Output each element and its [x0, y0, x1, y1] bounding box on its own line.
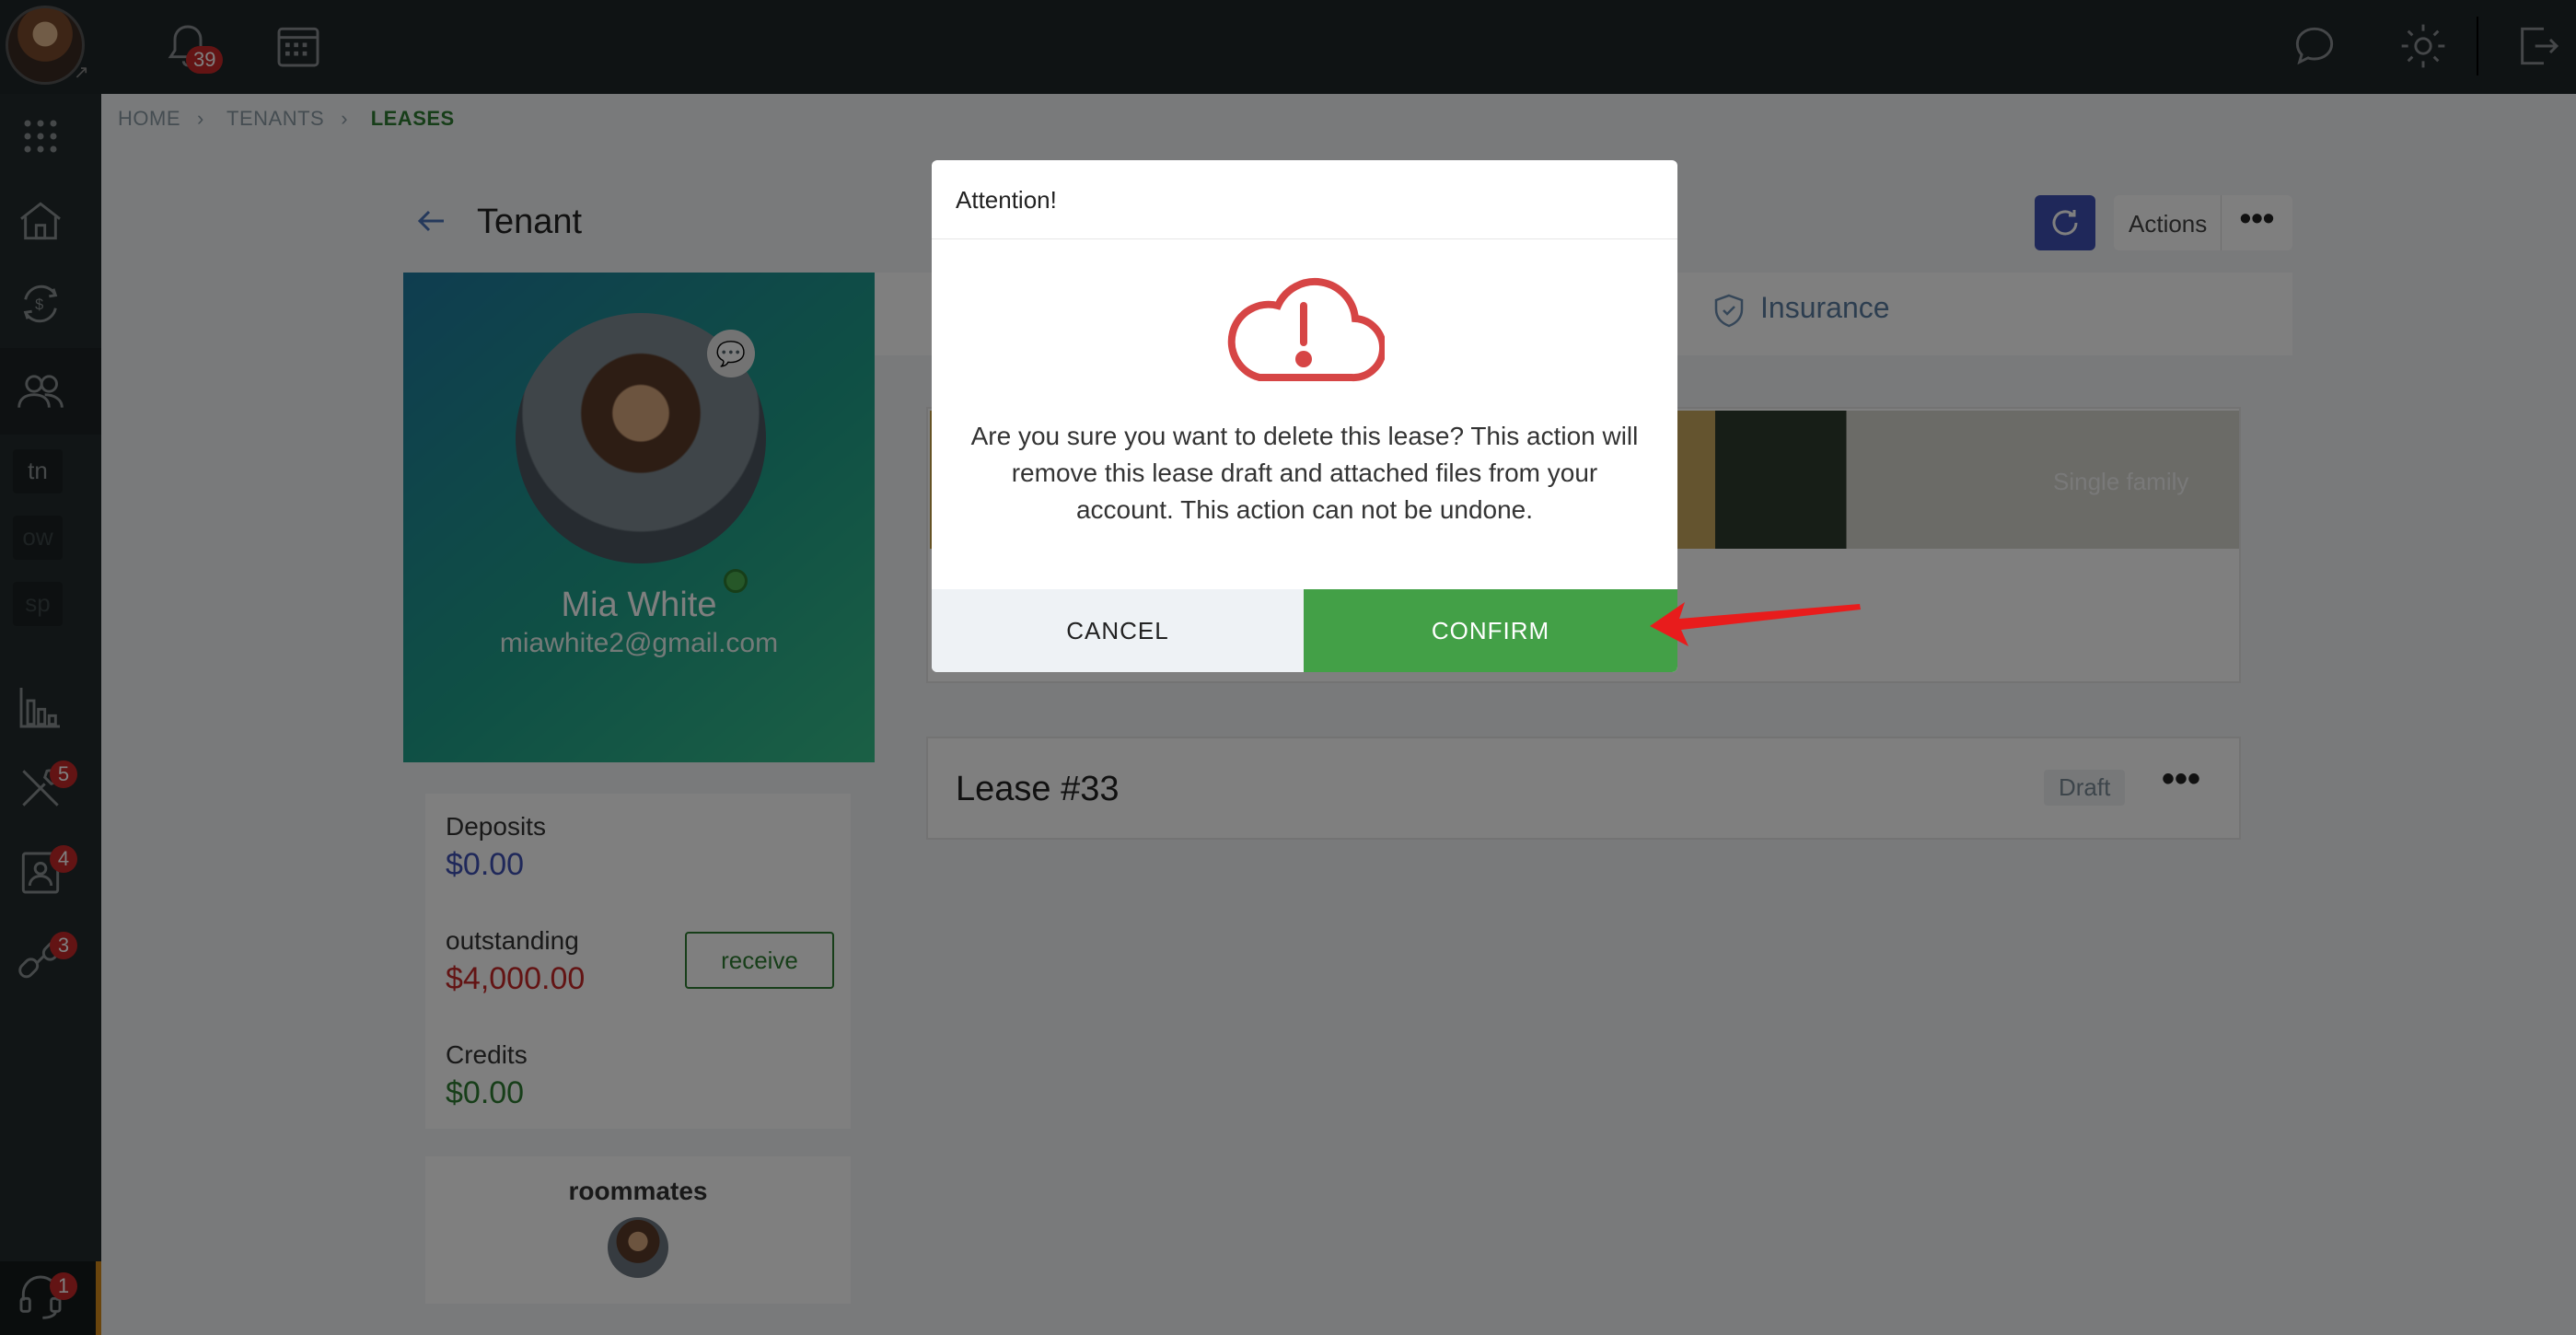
confirm-button[interactable]: CONFIRM — [1304, 589, 1677, 672]
red-arrow-annotation — [1650, 602, 1861, 646]
modal-title: Attention! — [956, 186, 1057, 214]
modal-message: Are you sure you want to delete this lea… — [970, 422, 1639, 524]
modal-header: Attention! — [932, 160, 1677, 239]
cloud-alert-icon — [1223, 269, 1387, 387]
cancel-button[interactable]: CANCEL — [932, 589, 1304, 672]
confirm-delete-modal: Attention! Are you sure you want to dele… — [932, 160, 1677, 672]
